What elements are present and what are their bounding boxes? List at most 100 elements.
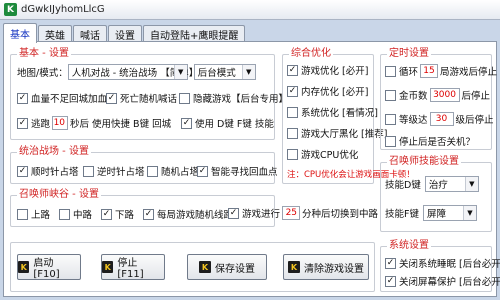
- coin-check[interactable]: 金币数 3000 后停止: [385, 88, 490, 102]
- game-opt-label: 游戏优化 [必开]: [301, 66, 369, 77]
- start-button-label: 启动 [F10]: [33, 258, 60, 280]
- escape-seconds-input[interactable]: 10: [52, 116, 69, 130]
- level-suffix: 级后停止: [455, 115, 494, 126]
- coin-suffix: 后停止: [461, 91, 491, 102]
- lobby-dark-label: 游戏大厅黑化 [推荐]: [301, 129, 388, 140]
- coin-label: 金币数: [399, 91, 428, 102]
- loop-check[interactable]: 循环 15 局游戏后停止: [385, 64, 497, 78]
- counterclockwise-check[interactable]: 逆时针占塔: [83, 164, 145, 178]
- shutdown-label: 停止后是否关机？: [399, 137, 476, 148]
- smart-heal-check[interactable]: ✓ 智能寻找回血点: [197, 164, 278, 178]
- checkbox[interactable]: [385, 113, 396, 125]
- no-screensaver-check[interactable]: ✓ 关闭屏幕保护 [后台必开]: [385, 274, 500, 288]
- skill-f-select[interactable]: 屏障 ▼: [422, 205, 477, 221]
- progress-minutes-input[interactable]: 25: [282, 206, 301, 220]
- checkbox[interactable]: ✓: [17, 92, 28, 104]
- checkbox[interactable]: ✓: [17, 165, 28, 177]
- checkbox[interactable]: ✓: [101, 208, 112, 220]
- timer-legend: 定时设置: [387, 48, 431, 60]
- level-check[interactable]: 等级达 30 级后停止: [385, 112, 494, 126]
- map-label: 地图/模式：: [17, 68, 68, 79]
- checkbox[interactable]: [287, 148, 298, 160]
- escape-check[interactable]: ✓ 逃跑 10 秒后 使用快捷 B键 回城: [17, 116, 171, 130]
- bot-lane-check[interactable]: ✓ 下路: [101, 207, 134, 221]
- lobby-dark-check[interactable]: 游戏大厅黑化 [推荐]: [287, 126, 387, 140]
- optimize-legend: 综合优化: [289, 48, 333, 60]
- heal-check[interactable]: ✓ 血量不足回城加血: [17, 91, 107, 105]
- random-lane-check[interactable]: ✓ 每局游戏随机线路: [143, 207, 233, 221]
- app-k-icon: K: [18, 261, 30, 273]
- optimize-group: 综合优化 ✓ 游戏优化 [必开] ✓ 内存优化 [必开] 系统优化 [看情况] …: [282, 48, 415, 184]
- checkbox[interactable]: [83, 165, 94, 177]
- system-settings-group: 系统设置 ✓ 关闭系统睡眠 [后台必开] ✓ 关闭屏幕保护 [后台必开]: [380, 240, 500, 292]
- checkbox[interactable]: [287, 127, 298, 139]
- system-opt-check[interactable]: 系统优化 [看情况]: [287, 105, 378, 119]
- basic-settings-group: 基本 - 设置 地图/模式： 人机对战 - 统治战场 【简单】 ▼ 后台模式 ▼…: [10, 48, 288, 140]
- shutdown-check[interactable]: 停止后是否关机？: [385, 134, 475, 148]
- hide-game-check[interactable]: 隐藏游戏【后台专用】: [179, 91, 288, 105]
- system-opt-label: 系统优化 [看情况]: [301, 108, 378, 119]
- checkbox[interactable]: ✓: [287, 64, 298, 76]
- checkbox[interactable]: ✓: [143, 208, 154, 220]
- memory-opt-check[interactable]: ✓ 内存优化 [必开]: [287, 84, 368, 98]
- checkbox[interactable]: ✓: [287, 85, 298, 97]
- coin-input[interactable]: 3000: [429, 88, 460, 102]
- timer-group: 定时设置 循环 15 局游戏后停止 金币数 3000 后停止 等级达 30 级后…: [380, 48, 497, 150]
- no-sleep-check[interactable]: ✓ 关闭系统睡眠 [后台必开]: [385, 256, 500, 270]
- random-tower-check[interactable]: 随机占塔: [147, 164, 199, 178]
- memory-opt-label: 内存优化 [必开]: [301, 87, 369, 98]
- bot-lane-label: 下路: [115, 210, 135, 221]
- save-settings-label: 保存设置: [215, 263, 255, 275]
- checkbox[interactable]: [179, 92, 190, 104]
- skill-d-select[interactable]: 治疗 ▼: [424, 176, 479, 192]
- cpu-opt-label: 游戏CPU优化: [301, 150, 359, 161]
- checkbox[interactable]: ✓: [228, 207, 239, 219]
- escape-suffix: 秒后 使用快捷 B键 回城: [70, 119, 172, 130]
- game-progress-check[interactable]: ✓ 游戏进行 25 分种后切换到中路: [228, 206, 378, 220]
- tab-basic[interactable]: 基本: [3, 23, 37, 43]
- use-skill-check[interactable]: ✓ 使用 D键 F键 技能: [181, 116, 274, 130]
- hide-game-label: 隐藏游戏【后台专用】: [193, 94, 289, 105]
- loop-label: 循环: [399, 67, 419, 78]
- map-select[interactable]: 人机对战 - 统治战场 【简单】 ▼: [67, 64, 198, 80]
- mode-select[interactable]: 后台模式 ▼: [193, 64, 256, 80]
- loop-count-input[interactable]: 15: [420, 64, 439, 78]
- checkbox[interactable]: [59, 208, 70, 220]
- checkbox[interactable]: [385, 135, 396, 147]
- random-tower-label: 随机占塔: [161, 167, 200, 178]
- start-button[interactable]: K 启动 [F10]: [17, 254, 81, 280]
- heal-check-label: 血量不足回城加血: [31, 94, 108, 105]
- tab-settings[interactable]: 设置: [108, 25, 142, 42]
- checkbox[interactable]: ✓: [17, 117, 28, 129]
- top-lane-label: 上路: [31, 210, 51, 221]
- use-skill-label: 使用 D键 F键 技能: [195, 119, 274, 130]
- checkbox[interactable]: [287, 106, 298, 118]
- no-screensaver-label: 关闭屏幕保护 [后台必开]: [399, 277, 500, 288]
- tab-hero[interactable]: 英雄: [38, 25, 72, 42]
- cpu-opt-check[interactable]: 游戏CPU优化: [287, 147, 358, 161]
- checkbox[interactable]: ✓: [197, 165, 208, 177]
- death-shout-check[interactable]: ✓ 死亡随机喊话: [106, 91, 177, 105]
- summoner-legend: 召唤师技能设置: [387, 156, 461, 168]
- level-input[interactable]: 30: [429, 112, 454, 126]
- death-shout-label: 死亡随机喊话: [120, 94, 178, 105]
- clear-settings-button[interactable]: K 清除游戏设置: [283, 254, 369, 280]
- tab-shout[interactable]: 喊话: [73, 25, 107, 42]
- chevron-down-icon: ▼: [173, 65, 187, 79]
- clockwise-check[interactable]: ✓ 顺时针占塔: [17, 164, 79, 178]
- checkbox[interactable]: ✓: [106, 92, 117, 104]
- level-label: 等级达: [399, 115, 428, 126]
- checkbox[interactable]: [385, 65, 396, 77]
- checkbox[interactable]: ✓: [385, 275, 396, 287]
- stop-button[interactable]: K 停止 [F11]: [101, 254, 165, 280]
- save-settings-button[interactable]: K 保存设置: [187, 254, 267, 280]
- game-opt-check[interactable]: ✓ 游戏优化 [必开]: [287, 63, 368, 77]
- checkbox[interactable]: [17, 208, 28, 220]
- checkbox[interactable]: ✓: [385, 257, 396, 269]
- checkbox[interactable]: [385, 89, 396, 101]
- checkbox[interactable]: [147, 165, 158, 177]
- mid-lane-check[interactable]: 中路: [59, 207, 92, 221]
- tab-auto-login[interactable]: 自动登陆+鹰眼提醒: [143, 25, 246, 42]
- checkbox[interactable]: ✓: [181, 117, 192, 129]
- top-lane-check[interactable]: 上路: [17, 207, 50, 221]
